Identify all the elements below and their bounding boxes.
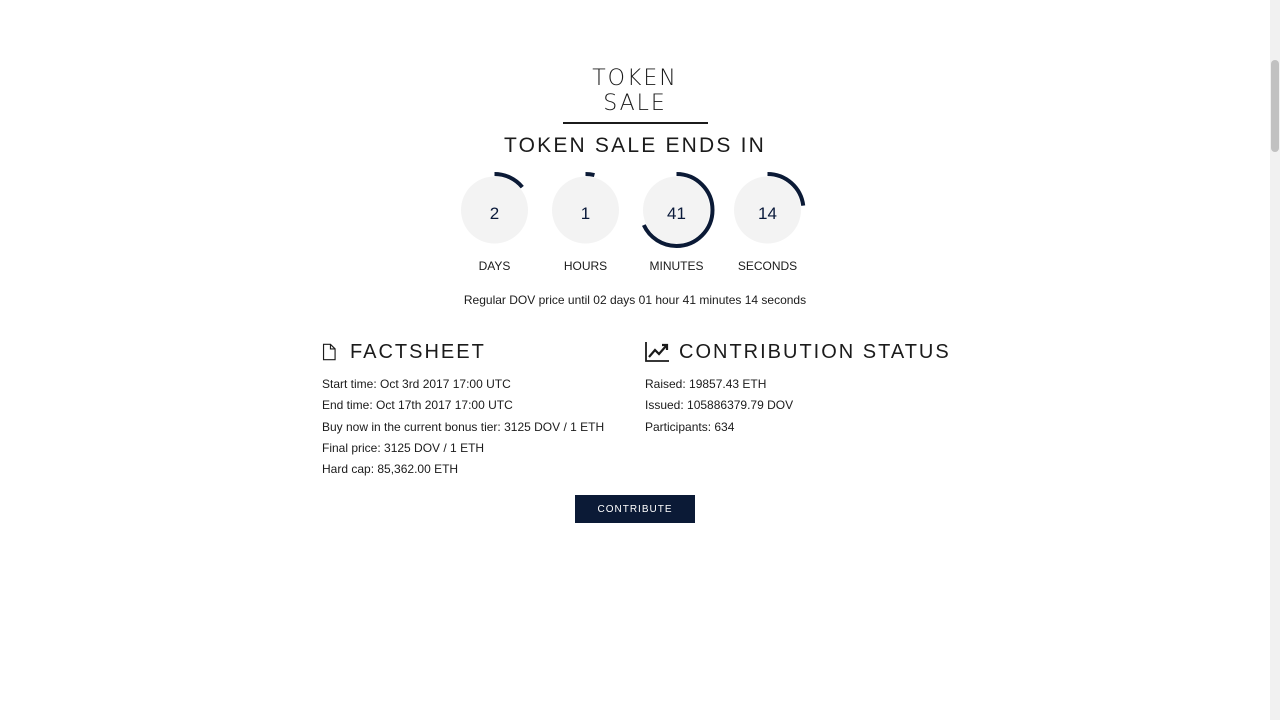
fact-start-time: Start time: Oct 3rd 2017 17:00 UTC xyxy=(322,377,511,391)
document-icon xyxy=(322,343,336,361)
countdown-minutes: 41 MINUTES xyxy=(639,170,719,280)
seconds-label: SECONDS xyxy=(737,259,798,273)
factsheet-section: FACTSHEET Start time: Oct 3rd 2017 17:00… xyxy=(322,340,622,480)
status-raised: Raised: 19857.43 ETH xyxy=(645,377,767,391)
contribution-status-heading: CONTRIBUTION STATUS xyxy=(679,340,951,363)
scrollbar-thumb[interactable] xyxy=(1271,60,1279,152)
countdown-heading: TOKEN SALE ENDS IN xyxy=(503,134,767,157)
status-participants: Participants: 634 xyxy=(645,419,735,434)
countdown-hours: 1 HOURS xyxy=(548,170,628,280)
line-chart-icon xyxy=(645,342,669,362)
fact-hard-cap: Hard cap: 85,362.00 ETH xyxy=(322,462,459,477)
fact-end-time: End time: Oct 17th 2017 17:00 UTC xyxy=(322,398,513,413)
factsheet-heading: FACTSHEET xyxy=(350,340,486,363)
fact-final-price: Final price: 3125 DOV / 1 ETH xyxy=(322,440,485,455)
factsheet-list: Start time: Oct 3rd 2017 17:00 UTC End t… xyxy=(322,374,622,480)
page-scrollbar[interactable] xyxy=(1270,0,1280,720)
days-value: 2 xyxy=(489,204,500,223)
minutes-label: MINUTES xyxy=(649,259,704,273)
hours-label: HOURS xyxy=(563,259,608,273)
contribution-status-list: Raised: 19857.43 ETH Issued: 105886379.7… xyxy=(645,374,965,438)
minutes-value: 41 xyxy=(667,204,686,223)
countdown-timer: 2 DAYS 1 HOURS 41 MINUTES 14 SECONDS xyxy=(457,170,817,280)
contribution-status-section: CONTRIBUTION STATUS Raised: 19857.43 ETH… xyxy=(645,340,965,438)
status-issued: Issued: 105886379.79 DOV xyxy=(645,398,794,413)
hours-value: 1 xyxy=(580,204,591,223)
contribution-status-header: CONTRIBUTION STATUS xyxy=(645,340,965,364)
seconds-value: 14 xyxy=(758,204,777,223)
countdown-days: 2 DAYS xyxy=(457,170,537,280)
factsheet-header: FACTSHEET xyxy=(322,340,622,364)
fact-bonus-tier: Buy now in the current bonus tier: 3125 … xyxy=(322,419,605,434)
regular-price-text: Regular DOV price until 02 days 01 hour … xyxy=(463,293,807,307)
countdown-seconds: 14 SECONDS xyxy=(730,170,810,280)
page: TOKEN SALE TOKEN SALE ENDS IN 2 DAYS 1 H… xyxy=(0,0,1270,720)
page-title: TOKEN SALE xyxy=(562,66,708,124)
title-wrap: TOKEN SALE xyxy=(0,66,1270,124)
contribute-button[interactable]: CONTRIBUTE xyxy=(575,495,695,523)
days-label: DAYS xyxy=(478,259,511,273)
